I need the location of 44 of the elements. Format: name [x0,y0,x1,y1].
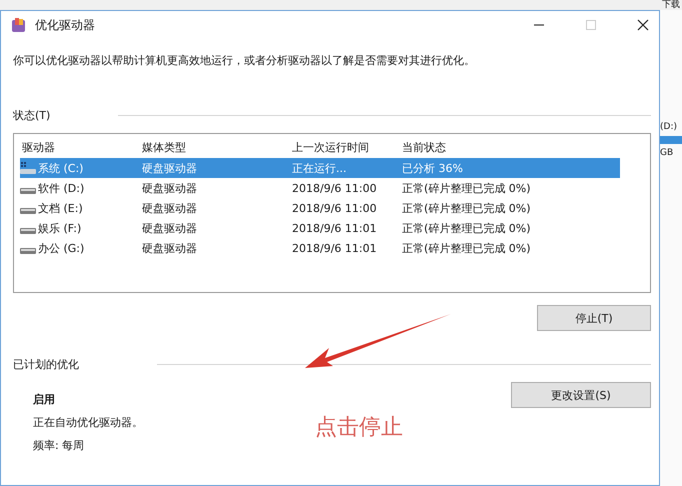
column-header[interactable]: 驱动器 [20,140,142,154]
column-header[interactable]: 媒体类型 [142,140,292,154]
selection-bar [660,136,682,144]
annotation-text: 点击停止 [315,414,403,442]
section-heading: 状态(T) [13,108,50,123]
table-cell-text: 2018/9/6 11:01 [292,242,378,254]
schedule-state: 启用 [33,392,56,407]
table-cell-text: 正在运行... [292,160,348,176]
table-cell-text: 2018/9/6 11:00 [292,202,378,214]
stop-button[interactable]: 停止(T) [537,305,651,331]
drive-row[interactable]: 文档 (E:) 硬盘驱动器 2018/9/6 11:00 正常(碎片整理已完成 0%) [20,198,620,218]
close-icon[interactable] [637,19,649,31]
window-title: 优化驱动器 [35,16,95,34]
table-cell: 已分析 36% [402,160,463,176]
drive-row[interactable]: 软件 (D:) 硬盘驱动器 2018/9/6 11:00 正常(碎片整理已完成 0%) [20,178,620,198]
table-cell-text: 2018/9/6 11:00 [292,182,378,194]
description-text: 你可以优化驱动器以帮助计算机更高效地运行，或者分析驱动器以了解是否需要对其进行优化。 [13,53,476,68]
column-header[interactable]: 上一次运行时间 [292,140,402,154]
system-drive-icon [20,162,36,174]
table-cell-text: 硬盘驱动器 [142,200,198,216]
section-heading: 已计划的优化 [13,357,79,372]
table-cell: 正常(碎片整理已完成 0%) [402,220,531,236]
app-icon [11,17,27,33]
schedule-info: 正在自动优化驱动器。 [33,415,144,430]
table-cell-text: 硬盘驱动器 [142,180,198,196]
table-cell-text: 硬盘驱动器 [142,160,198,176]
drive-row[interactable]: 办公 (G:) 硬盘驱动器 2018/9/6 11:01 正常(碎片整理已完成 0%) [20,238,620,258]
table-cell-text: 软件 (D:) [38,180,86,196]
table-cell: 正常(碎片整理已完成 0%) [402,240,531,256]
table-cell-text: 系统 (C:) [38,160,84,176]
table-cell-text: 娱乐 (F:) [38,220,82,236]
table-cell-text: 文档 (E:) [38,200,84,216]
table-cell: 正常(碎片整理已完成 0%) [402,200,531,216]
table-cell-text: 2018/9/6 11:01 [292,222,378,234]
background-text: GB [660,148,674,158]
background-text: (D:) [660,122,678,132]
change-settings-button[interactable]: 更改设置(S) [511,382,651,408]
table-cell-text: 硬盘驱动器 [142,240,198,256]
table-cell-text: 硬盘驱动器 [142,220,198,236]
table-cell: 正常(碎片整理已完成 0%) [402,180,531,196]
drive-row[interactable]: 娱乐 (F:) 硬盘驱动器 2018/9/6 11:01 正常(碎片整理已完成 0%) [20,218,620,238]
schedule-info: 频率: 每周 [33,438,86,453]
table-cell-text: 办公 (G:) [38,240,86,256]
column-header[interactable]: 当前状态 [402,140,446,154]
